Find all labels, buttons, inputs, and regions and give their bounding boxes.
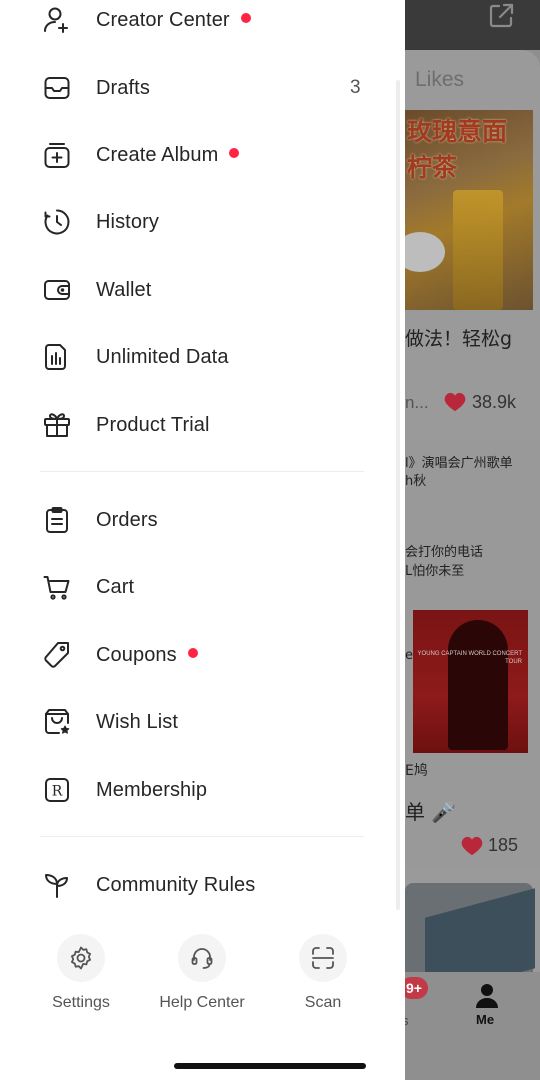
note-text-line: h秋: [405, 474, 427, 489]
scan-label: Scan: [304, 994, 342, 1011]
menu-label: Community Rules: [96, 873, 256, 896]
share-icon[interactable]: [487, 2, 515, 30]
glass-shape: [453, 190, 503, 310]
menu-item-product-trial[interactable]: Product Trial: [0, 395, 390, 455]
note-caption: 单 🎤: [405, 800, 457, 824]
unlimited-data-icon: [42, 342, 72, 372]
scan-button-circle: [299, 934, 347, 982]
note-text-line: 会打你的电话: [405, 545, 484, 560]
sprout-icon: [42, 870, 72, 900]
svg-text:R: R: [52, 784, 63, 800]
section-divider: [40, 836, 364, 837]
note-text-line: l》演唱会广州歌单: [405, 456, 513, 471]
tab-me[interactable]: Me: [476, 1012, 494, 1027]
red-dot-indicator: [187, 648, 198, 659]
drawer-scrollbar[interactable]: [396, 80, 400, 910]
history-icon: [42, 207, 72, 237]
red-dot-indicator: [240, 13, 251, 24]
menu-item-creator-center[interactable]: Creator Center: [0, 0, 390, 50]
settings-label: Settings: [52, 994, 110, 1011]
wish-list-icon: [42, 707, 72, 737]
concert-poster-image[interactable]: YOUNG CAPTAIN WORLD CONCERT TOUR: [413, 610, 528, 753]
settings-button[interactable]: Settings: [31, 934, 131, 1024]
drafts-icon: [42, 73, 72, 103]
menu-item-create-album[interactable]: Create Album: [0, 125, 390, 185]
help-center-button-circle: [178, 934, 226, 982]
tab-likes[interactable]: Likes: [415, 68, 464, 92]
help-center-label: Help Center: [159, 994, 245, 1011]
image-text-line2: 柠茶: [407, 153, 458, 182]
note-card-title[interactable]: 做法！轻松g: [405, 324, 512, 351]
menu-item-drafts[interactable]: Drafts 3: [0, 58, 390, 118]
menu-label: Wallet: [96, 278, 152, 301]
menu-item-wallet[interactable]: Wallet: [0, 260, 390, 320]
note-card-image[interactable]: 玫瑰意面 柠茶: [395, 110, 533, 310]
heart-icon[interactable]: [444, 392, 466, 412]
help-center-button[interactable]: Help Center: [152, 934, 252, 1024]
section-divider: [40, 471, 364, 472]
profile-icon[interactable]: [473, 981, 501, 1009]
poster-figure: [448, 620, 508, 750]
menu-item-membership[interactable]: R Membership: [0, 760, 390, 820]
drafts-count: 3: [350, 77, 361, 98]
poster-text: YOUNG CAPTAIN WORLD CONCERT TOUR: [417, 651, 522, 665]
wallet-icon: [42, 275, 72, 305]
red-dot-indicator: [229, 148, 240, 159]
menu-label: Coupons: [96, 644, 198, 667]
side-drawer: Creator Center Drafts 3 Create Album His…: [0, 0, 405, 1080]
background-top-bar: [405, 0, 540, 50]
menu-item-community-rules[interactable]: Community Rules: [0, 855, 390, 915]
heart-icon[interactable]: [461, 836, 483, 856]
menu-label: Wish List: [96, 710, 179, 733]
menu-item-cart[interactable]: Cart: [0, 557, 390, 617]
create-album-icon: [42, 140, 72, 170]
coupon-icon: [42, 640, 72, 670]
settings-button-circle: [57, 934, 105, 982]
menu-label: Create Album: [96, 144, 240, 167]
membership-icon: R: [42, 775, 72, 805]
image-text-line1: 玫瑰意面: [407, 117, 508, 146]
menu-item-history[interactable]: History: [0, 192, 390, 252]
menu-label: History: [96, 210, 159, 233]
like-count: 38.9k: [472, 392, 517, 412]
menu-label: Drafts: [96, 76, 150, 99]
menu-item-wish-list[interactable]: Wish List: [0, 692, 390, 752]
scan-icon: [312, 947, 334, 969]
menu-label: Product Trial: [96, 413, 210, 436]
menu-label: Orders: [96, 508, 158, 531]
menu-label: Unlimited Data: [96, 345, 229, 368]
menu-item-orders[interactable]: Orders: [0, 490, 390, 550]
note-card-image[interactable]: [405, 883, 535, 998]
cart-icon: [42, 572, 72, 602]
gear-icon: [71, 946, 91, 970]
headset-icon: [191, 948, 213, 969]
note-card-user: n...: [405, 393, 429, 412]
creator-icon: [42, 5, 72, 35]
gift-icon: [42, 410, 72, 440]
orders-icon: [42, 505, 72, 535]
menu-label: Membership: [96, 778, 208, 801]
menu-label: Creator Center: [96, 9, 251, 32]
menu-item-coupons[interactable]: Coupons: [0, 625, 390, 685]
menu-label: Cart: [96, 575, 135, 598]
scan-button[interactable]: Scan: [273, 934, 373, 1024]
menu-item-unlimited-data[interactable]: Unlimited Data: [0, 327, 390, 387]
like-count: 185: [488, 835, 519, 855]
note-caption-small: E鸠: [405, 763, 428, 779]
home-indicator[interactable]: [174, 1063, 366, 1069]
note-text-line: L怕你未至: [405, 564, 465, 579]
